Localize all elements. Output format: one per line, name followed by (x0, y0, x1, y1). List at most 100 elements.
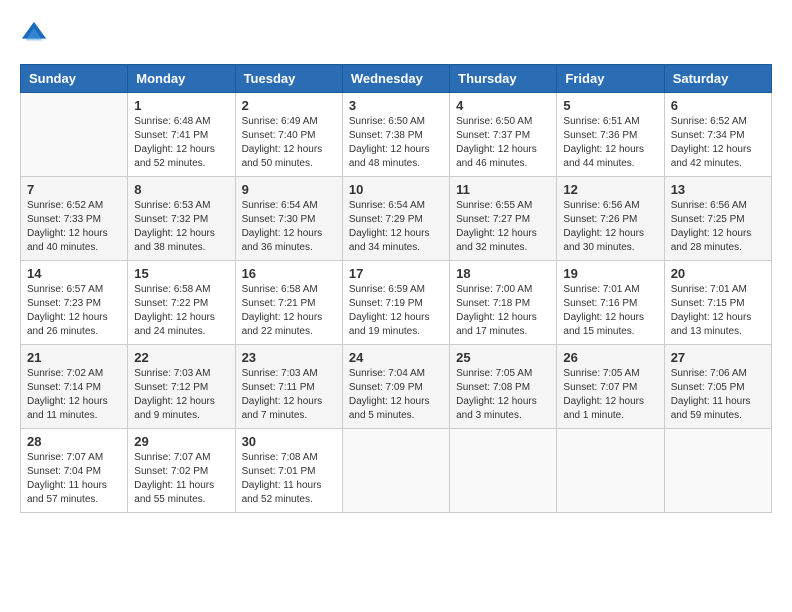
day-info: Sunrise: 6:55 AMSunset: 7:27 PMDaylight:… (456, 199, 550, 255)
calendar-week-row: 14Sunrise: 6:57 AMSunset: 7:23 PMDayligh… (21, 261, 772, 345)
day-info: Sunrise: 6:56 AMSunset: 7:25 PMDaylight:… (671, 199, 765, 255)
day-number: 10 (349, 182, 443, 197)
day-number: 16 (242, 266, 336, 281)
calendar-cell: 20 Sunrise: 7:01 AMSunset: 7:15 PMDayligh… (664, 261, 771, 345)
page-header (20, 20, 772, 48)
calendar-week-row: 1Sunrise: 6:48 AMSunset: 7:41 PMDaylight… (21, 93, 772, 177)
day-info: Sunrise: 6:50 AMSunset: 7:37 PMDaylight:… (456, 115, 550, 171)
day-number: 28 (27, 434, 121, 449)
calendar-cell: 22Sunrise: 7:03 AMSunset: 7:12 PMDayligh… (128, 345, 235, 429)
calendar-cell: 27 Sunrise: 7:06 AMSunset: 7:05 PMDayligh… (664, 345, 771, 429)
calendar-cell: 3 Sunrise: 6:50 AMSunset: 7:38 PMDaylight… (342, 93, 449, 177)
calendar-cell (664, 429, 771, 513)
day-info: Sunrise: 6:54 AMSunset: 7:29 PMDaylight:… (349, 199, 443, 255)
day-info: Sunrise: 6:52 AMSunset: 7:33 PMDaylight:… (27, 199, 121, 255)
calendar-week-row: 21 Sunrise: 7:02 AMSunset: 7:14 PMDayligh… (21, 345, 772, 429)
calendar-cell (342, 429, 449, 513)
calendar-week-row: 7 Sunrise: 6:52 AMSunset: 7:33 PMDaylight… (21, 177, 772, 261)
calendar-cell: 5 Sunrise: 6:51 AMSunset: 7:36 PMDaylight… (557, 93, 664, 177)
calendar-table: SundayMondayTuesdayWednesdayThursdayFrid… (20, 64, 772, 513)
calendar-cell: 29 Sunrise: 7:07 AMSunset: 7:02 PMDayligh… (128, 429, 235, 513)
day-info: Sunrise: 6:58 AMSunset: 7:22 PMDaylight:… (134, 283, 228, 339)
day-info: Sunrise: 6:59 AMSunset: 7:19 PMDaylight:… (349, 283, 443, 339)
day-number: 26 (563, 350, 657, 365)
calendar-cell: 2 Sunrise: 6:49 AMSunset: 7:40 PMDaylight… (235, 93, 342, 177)
calendar-cell: 6 Sunrise: 6:52 AMSunset: 7:34 PMDaylight… (664, 93, 771, 177)
day-info: Sunrise: 6:54 AMSunset: 7:30 PMDaylight:… (242, 199, 336, 255)
column-header-saturday: Saturday (664, 65, 771, 93)
day-info: Sunrise: 6:52 AMSunset: 7:34 PMDaylight:… (671, 115, 765, 171)
logo-icon (20, 20, 48, 48)
calendar-cell (557, 429, 664, 513)
day-number: 5 (563, 98, 657, 113)
day-number: 14 (27, 266, 121, 281)
day-number: 9 (242, 182, 336, 197)
calendar-cell: 9 Sunrise: 6:54 AMSunset: 7:30 PMDaylight… (235, 177, 342, 261)
day-number: 21 (27, 350, 121, 365)
calendar-cell: 12 Sunrise: 6:56 AMSunset: 7:26 PMDayligh… (557, 177, 664, 261)
calendar-cell: 11 Sunrise: 6:55 AMSunset: 7:27 PMDayligh… (450, 177, 557, 261)
day-info: Sunrise: 7:07 AMSunset: 7:04 PMDaylight:… (27, 451, 121, 507)
calendar-cell: 4 Sunrise: 6:50 AMSunset: 7:37 PMDaylight… (450, 93, 557, 177)
day-number: 6 (671, 98, 765, 113)
day-info: Sunrise: 7:02 AMSunset: 7:14 PMDaylight:… (27, 367, 121, 423)
day-number: 30 (242, 434, 336, 449)
day-info: Sunrise: 6:51 AMSunset: 7:36 PMDaylight:… (563, 115, 657, 171)
column-header-monday: Monday (128, 65, 235, 93)
day-number: 20 (671, 266, 765, 281)
day-number: 12 (563, 182, 657, 197)
calendar-cell: 1Sunrise: 6:48 AMSunset: 7:41 PMDaylight… (128, 93, 235, 177)
calendar-cell (450, 429, 557, 513)
calendar-cell: 25Sunrise: 7:05 AMSunset: 7:08 PMDayligh… (450, 345, 557, 429)
day-number: 2 (242, 98, 336, 113)
calendar-cell: 26 Sunrise: 7:05 AMSunset: 7:07 PMDayligh… (557, 345, 664, 429)
day-number: 18 (456, 266, 550, 281)
calendar-cell: 13 Sunrise: 6:56 AMSunset: 7:25 PMDayligh… (664, 177, 771, 261)
day-info: Sunrise: 7:01 AMSunset: 7:16 PMDaylight:… (563, 283, 657, 339)
day-info: Sunrise: 7:08 AMSunset: 7:01 PMDaylight:… (242, 451, 336, 507)
day-number: 27 (671, 350, 765, 365)
logo (20, 20, 52, 48)
calendar-cell: 18 Sunrise: 7:00 AMSunset: 7:18 PMDayligh… (450, 261, 557, 345)
calendar-cell: 17 Sunrise: 6:59 AMSunset: 7:19 PMDayligh… (342, 261, 449, 345)
day-number: 29 (134, 434, 228, 449)
column-header-tuesday: Tuesday (235, 65, 342, 93)
calendar-cell: 15Sunrise: 6:58 AMSunset: 7:22 PMDayligh… (128, 261, 235, 345)
day-info: Sunrise: 7:01 AMSunset: 7:15 PMDaylight:… (671, 283, 765, 339)
calendar-cell: 16Sunrise: 6:58 AMSunset: 7:21 PMDayligh… (235, 261, 342, 345)
calendar-cell: 30 Sunrise: 7:08 AMSunset: 7:01 PMDayligh… (235, 429, 342, 513)
day-info: Sunrise: 6:49 AMSunset: 7:40 PMDaylight:… (242, 115, 336, 171)
day-number: 17 (349, 266, 443, 281)
day-info: Sunrise: 7:07 AMSunset: 7:02 PMDaylight:… (134, 451, 228, 507)
day-number: 23 (242, 350, 336, 365)
calendar-cell: 8Sunrise: 6:53 AMSunset: 7:32 PMDaylight… (128, 177, 235, 261)
day-info: Sunrise: 6:50 AMSunset: 7:38 PMDaylight:… (349, 115, 443, 171)
day-info: Sunrise: 7:03 AMSunset: 7:11 PMDaylight:… (242, 367, 336, 423)
calendar-cell: 7 Sunrise: 6:52 AMSunset: 7:33 PMDaylight… (21, 177, 128, 261)
calendar-header-row: SundayMondayTuesdayWednesdayThursdayFrid… (21, 65, 772, 93)
day-number: 4 (456, 98, 550, 113)
day-info: Sunrise: 7:03 AMSunset: 7:12 PMDaylight:… (134, 367, 228, 423)
day-number: 3 (349, 98, 443, 113)
day-info: Sunrise: 7:04 AMSunset: 7:09 PMDaylight:… (349, 367, 443, 423)
calendar-cell: 21 Sunrise: 7:02 AMSunset: 7:14 PMDayligh… (21, 345, 128, 429)
calendar-week-row: 28 Sunrise: 7:07 AMSunset: 7:04 PMDayligh… (21, 429, 772, 513)
day-number: 11 (456, 182, 550, 197)
day-number: 1 (134, 98, 228, 113)
calendar-cell (21, 93, 128, 177)
day-info: Sunrise: 7:05 AMSunset: 7:08 PMDaylight:… (456, 367, 550, 423)
day-info: Sunrise: 7:06 AMSunset: 7:05 PMDaylight:… (671, 367, 765, 423)
day-number: 19 (563, 266, 657, 281)
day-info: Sunrise: 6:56 AMSunset: 7:26 PMDaylight:… (563, 199, 657, 255)
column-header-wednesday: Wednesday (342, 65, 449, 93)
column-header-thursday: Thursday (450, 65, 557, 93)
column-header-friday: Friday (557, 65, 664, 93)
calendar-cell: 23 Sunrise: 7:03 AMSunset: 7:11 PMDayligh… (235, 345, 342, 429)
day-number: 7 (27, 182, 121, 197)
day-info: Sunrise: 7:00 AMSunset: 7:18 PMDaylight:… (456, 283, 550, 339)
day-info: Sunrise: 6:53 AMSunset: 7:32 PMDaylight:… (134, 199, 228, 255)
day-info: Sunrise: 7:05 AMSunset: 7:07 PMDaylight:… (563, 367, 657, 423)
day-number: 24 (349, 350, 443, 365)
calendar-cell: 24 Sunrise: 7:04 AMSunset: 7:09 PMDayligh… (342, 345, 449, 429)
day-number: 13 (671, 182, 765, 197)
